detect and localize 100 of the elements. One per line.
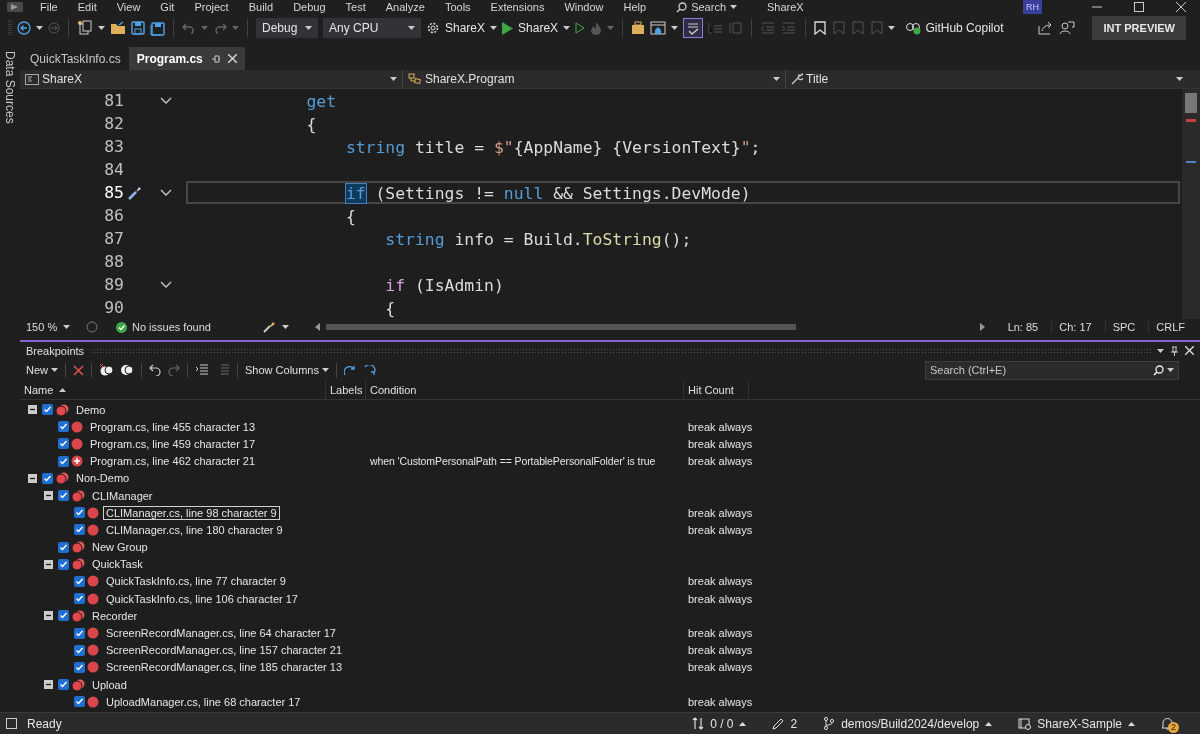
output-icon[interactable]	[6, 718, 17, 729]
checkbox[interactable]	[58, 679, 69, 691]
breakpoint-name[interactable]: UploadManager.cs, line 68 character 17	[103, 694, 304, 709]
scroll-right-icon[interactable]	[979, 323, 985, 331]
caret-icon[interactable]	[563, 26, 571, 30]
sort-ascending-icon[interactable]	[59, 388, 67, 392]
gear-icon[interactable]	[426, 21, 440, 35]
delete-icon[interactable]	[73, 364, 84, 376]
new-project-icon[interactable]	[77, 20, 93, 36]
collapse-icon[interactable]	[160, 97, 172, 104]
checkbox[interactable]	[74, 661, 85, 673]
column-header[interactable]: Labels	[326, 381, 366, 399]
caret-icon[interactable]	[390, 77, 397, 81]
breakpoint-name[interactable]: ScreenRecordManager.cs, line 157 character 21	[103, 643, 346, 658]
breakpoint-name[interactable]: CLIManager	[89, 488, 156, 503]
checkbox[interactable]	[74, 627, 85, 639]
breakpoint-name[interactable]: Recorder	[89, 608, 141, 623]
caret-icon[interactable]	[282, 325, 289, 329]
menu-item[interactable]: File	[30, 0, 68, 14]
configuration-dropdown[interactable]: Debug	[256, 18, 318, 38]
checkbox[interactable]	[58, 421, 69, 433]
editor-tab[interactable]: Program.cs	[128, 47, 245, 70]
caret-icon[interactable]	[322, 368, 329, 372]
menu-item[interactable]: Extensions	[480, 0, 555, 14]
code-cleanup-icon[interactable]	[262, 321, 276, 333]
quick-actions-icon[interactable]	[127, 184, 143, 201]
line-indicator[interactable]: Ln: 85	[1000, 321, 1046, 333]
caret-icon[interactable]	[63, 325, 71, 329]
checkbox[interactable]	[74, 524, 85, 536]
collapse-icon[interactable]	[160, 281, 172, 288]
breakpoint-name[interactable]: Demo	[73, 402, 109, 417]
caret-icon[interactable]	[1167, 368, 1174, 372]
zoom-dropdown[interactable]: 150 %	[26, 321, 80, 333]
column-header[interactable]: Hit Count	[684, 381, 749, 399]
horizontal-scrollbar-thumb[interactable]	[326, 324, 796, 330]
spell-check-toggle[interactable]	[683, 18, 704, 38]
startup-project-button[interactable]: ShareX	[445, 21, 486, 35]
breakpoint-name[interactable]: Program.cs, line 462 character 21	[87, 454, 259, 469]
close-icon[interactable]	[227, 54, 237, 63]
close-icon[interactable]	[1185, 346, 1194, 355]
caret-icon[interactable]	[408, 26, 415, 30]
caret-icon[interactable]	[490, 26, 498, 30]
menu-item[interactable]: View	[106, 0, 151, 14]
checkbox[interactable]	[74, 575, 85, 587]
menu-item[interactable]: Help	[613, 0, 657, 14]
collapse-icon[interactable]	[44, 559, 53, 569]
menu-item[interactable]: Tools	[434, 0, 481, 14]
open-folder-icon[interactable]	[110, 21, 126, 35]
pin-icon[interactable]	[1170, 345, 1179, 356]
feedback-icon[interactable]	[1059, 21, 1076, 35]
editor-tab[interactable]: QuickTaskInfo.cs	[22, 47, 129, 70]
menu-item[interactable]: Test	[335, 0, 376, 14]
menu-item[interactable]: Analyze	[375, 0, 435, 14]
issues-indicator[interactable]: No issues found	[116, 321, 256, 333]
breakpoint-name[interactable]: ScreenRecordManager.cs, line 185 character 13	[103, 660, 346, 675]
checkbox[interactable]	[58, 610, 69, 622]
preview-badge[interactable]: INT PREVIEW	[1092, 16, 1186, 40]
menu-item[interactable]: Edit	[67, 0, 107, 14]
breakpoint-name[interactable]: Upload	[89, 677, 130, 692]
column-header[interactable]: Condition	[366, 381, 684, 399]
pin-icon[interactable]	[210, 53, 220, 64]
menu-item[interactable]: Window	[554, 0, 614, 14]
play-outline-icon[interactable]	[575, 22, 586, 34]
caret-icon[interactable]	[1157, 348, 1164, 353]
window-layout-icon[interactable]	[650, 21, 667, 35]
checkbox[interactable]	[58, 490, 69, 502]
collapse-icon[interactable]	[44, 491, 53, 501]
export-icon[interactable]	[195, 364, 209, 376]
search-icon[interactable]	[676, 1, 688, 13]
repository-indicator[interactable]: ShareX-Sample	[1018, 716, 1135, 731]
caret-icon[interactable]	[888, 26, 896, 30]
breakpoint-name[interactable]: Non-Demo	[73, 471, 133, 486]
search-icon[interactable]	[1153, 364, 1164, 376]
checkbox[interactable]	[74, 696, 85, 708]
vertical-scrollbar[interactable]	[1182, 89, 1200, 319]
menu-item[interactable]: Project	[184, 0, 239, 14]
collapse-icon[interactable]	[44, 680, 53, 690]
bookmark-icon[interactable]	[814, 21, 827, 35]
caret-icon[interactable]	[51, 368, 58, 372]
user-avatar[interactable]: RH	[1023, 0, 1042, 14]
start-button[interactable]: ShareX	[518, 21, 559, 35]
play-icon[interactable]	[502, 21, 514, 35]
checkbox[interactable]	[74, 593, 85, 605]
breakpoint-name[interactable]: QuickTask	[89, 557, 146, 572]
type-dropdown[interactable]: ShareX.Program	[403, 70, 786, 88]
menu-item[interactable]: Debug	[283, 0, 336, 14]
checkbox[interactable]	[42, 472, 53, 484]
caret-icon[interactable]	[730, 5, 737, 9]
checkbox[interactable]	[74, 644, 85, 656]
search-button[interactable]: Search	[691, 0, 726, 14]
maximize-icon[interactable]	[1134, 2, 1144, 12]
checkbox[interactable]	[58, 455, 69, 467]
breakpoint-name[interactable]: New Group	[89, 540, 151, 555]
collapse-icon[interactable]	[44, 611, 53, 621]
show-columns-button[interactable]: Show Columns	[245, 364, 329, 376]
collapse-icon[interactable]	[28, 405, 37, 415]
scroll-left-icon[interactable]	[315, 323, 320, 331]
branch-indicator[interactable]: demos/Build2024/develop	[823, 716, 993, 731]
breakpoint-name[interactable]: CLIManager.cs, line 180 character 9	[103, 522, 286, 537]
breakpoint-name[interactable]: Program.cs, line 455 character 13	[87, 419, 259, 434]
